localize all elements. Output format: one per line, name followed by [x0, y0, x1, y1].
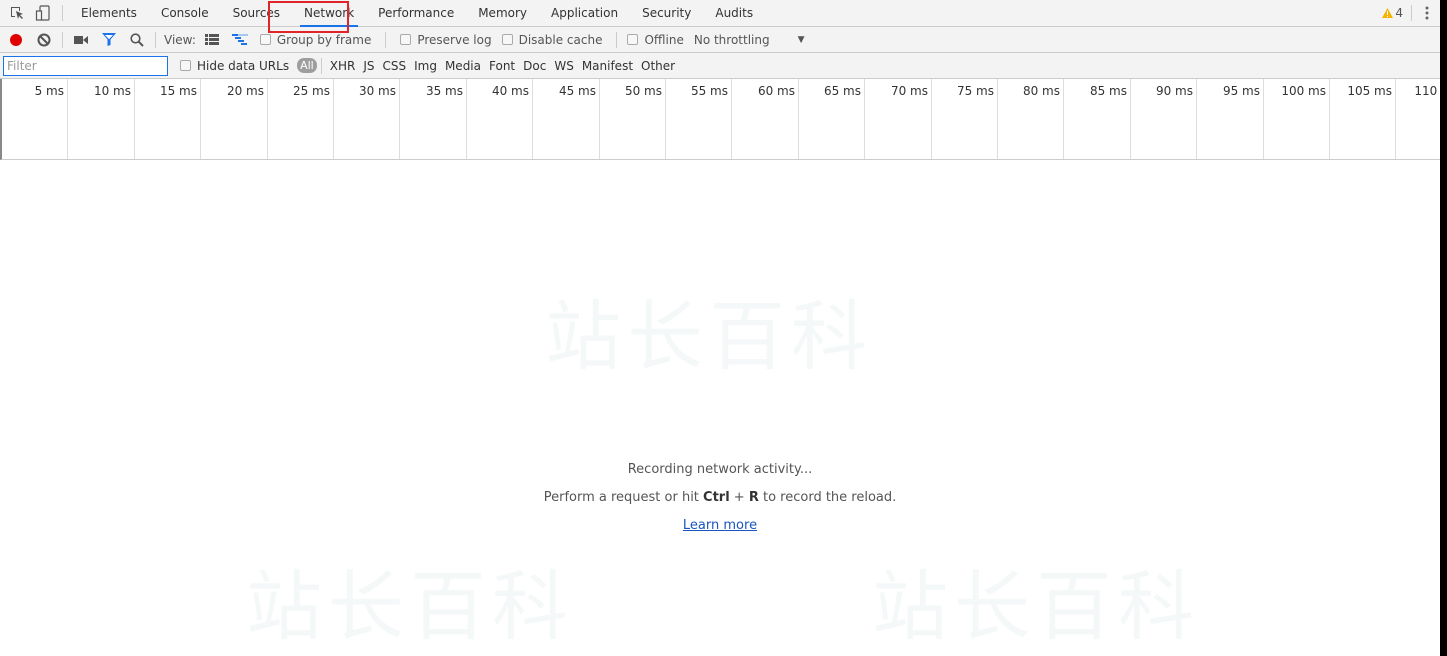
tab-label: Security	[642, 6, 692, 20]
filter-bar: Hide data URLs All XHR JS CSS Img Media …	[0, 53, 1440, 79]
tab-audits[interactable]: Audits	[703, 0, 765, 27]
type-filter-img[interactable]: Img	[410, 59, 441, 73]
search-button[interactable]	[125, 27, 149, 53]
filter-toggle-button[interactable]	[97, 27, 121, 53]
record-icon	[10, 33, 22, 46]
type-filter-xhr[interactable]: XHR	[326, 59, 360, 73]
warning-counter[interactable]: 4	[1376, 6, 1409, 20]
tab-label: Network	[304, 6, 355, 20]
more-menu-icon[interactable]	[1414, 0, 1440, 27]
preserve-log-checkbox[interactable]: Preserve log	[400, 32, 492, 47]
checkbox-box[interactable]	[180, 60, 191, 71]
waterfall-icon	[231, 34, 248, 45]
disable-cache-checkbox[interactable]: Disable cache	[501, 32, 603, 47]
learn-more: Learn more	[0, 518, 1440, 533]
group-by-frame-checkbox[interactable]: Group by frame	[259, 32, 372, 47]
type-filter-all[interactable]: All	[297, 58, 317, 73]
tab-performance[interactable]: Performance	[366, 0, 466, 27]
devtools-tab-bar: Elements Console Sources Network Perform…	[0, 0, 1440, 27]
watermark: 站长百科	[246, 562, 574, 651]
tab-security[interactable]: Security	[630, 0, 703, 27]
clear-button[interactable]	[32, 27, 56, 53]
divider	[155, 31, 156, 48]
checkbox-label: Hide data URLs	[197, 58, 290, 73]
inspect-element-icon[interactable]	[4, 0, 30, 27]
timeline-tick-label: 110 ms	[1414, 84, 1440, 98]
tab-sources[interactable]: Sources	[221, 0, 292, 27]
throttling-select[interactable]: No throttling ▼	[694, 33, 805, 47]
filter-icon	[102, 33, 116, 46]
hint-text: Perform a request or hit	[543, 490, 704, 505]
tab-network[interactable]: Network	[292, 0, 366, 27]
divider	[616, 31, 618, 48]
dropdown-arrow-icon: ▼	[797, 34, 805, 45]
type-filter-js[interactable]: JS	[359, 59, 378, 73]
learn-more-link[interactable]: Learn more	[683, 518, 757, 533]
type-filter-css[interactable]: CSS	[378, 59, 410, 73]
type-filter-font[interactable]: Font	[485, 59, 519, 73]
warning-icon	[1382, 8, 1394, 18]
recording-message: Recording network activity...	[627, 462, 813, 477]
divider	[62, 31, 63, 48]
list-view-icon	[204, 34, 219, 45]
checkbox-label: Offline	[644, 32, 684, 47]
filter-input[interactable]	[3, 55, 168, 76]
large-rows-view-button[interactable]	[200, 27, 224, 53]
tab-label: Application	[551, 6, 619, 20]
checkbox-label: Disable cache	[518, 32, 603, 47]
tab-memory[interactable]: Memory	[466, 0, 539, 27]
record-button[interactable]	[4, 27, 28, 53]
tab-label: Console	[160, 6, 209, 20]
tab-application[interactable]: Application	[539, 0, 630, 27]
video-camera-icon	[74, 35, 88, 44]
watermark: 站长百科	[545, 292, 873, 381]
waterfall-view-button[interactable]	[228, 27, 252, 53]
divider	[320, 57, 322, 74]
hint-text: to record the reload.	[758, 490, 897, 505]
devtools-panel: Elements Console Sources Network Perform…	[0, 0, 1440, 656]
network-toolbar: View: Group by frame Preserve log Disabl…	[0, 27, 1440, 53]
tab-label: Elements	[81, 6, 137, 20]
clear-icon	[37, 33, 51, 46]
search-icon	[130, 32, 144, 47]
checkbox-label: Group by frame	[276, 32, 372, 47]
type-filter-manifest[interactable]: Manifest	[578, 59, 637, 73]
checkbox-box[interactable]	[259, 34, 271, 45]
checkbox-label: Preserve log	[417, 32, 492, 47]
tab-label: Performance	[378, 6, 455, 20]
warning-count: 4	[1395, 6, 1403, 20]
tab-console[interactable]: Console	[149, 0, 221, 27]
device-toolbar-icon[interactable]	[30, 0, 56, 27]
capture-screenshots-button[interactable]	[69, 27, 93, 53]
hint-text: +	[729, 490, 749, 505]
watermark: 站长百科	[872, 562, 1200, 651]
view-label: View:	[164, 32, 196, 47]
timeline-tick: 110 ms	[2, 79, 1440, 159]
checkbox-box[interactable]	[400, 34, 412, 45]
checkbox-box[interactable]	[501, 34, 513, 45]
type-filter-doc[interactable]: Doc	[519, 59, 550, 73]
tab-label: Audits	[715, 6, 754, 20]
tab-label: Memory	[478, 6, 528, 20]
throttling-value: No throttling	[693, 32, 770, 47]
type-filter-ws[interactable]: WS	[550, 59, 577, 73]
request-list-empty: 站长百科 站长百科 站长百科 Recording network activit…	[0, 160, 1440, 656]
type-filter-other[interactable]: Other	[637, 59, 679, 73]
shortcut-key: R	[748, 490, 759, 505]
type-filter-media[interactable]: Media	[441, 59, 485, 73]
tab-elements[interactable]: Elements	[69, 0, 149, 27]
offline-checkbox[interactable]: Offline	[627, 32, 684, 47]
divider	[62, 5, 63, 21]
hide-data-urls-checkbox[interactable]: Hide data URLs	[180, 59, 289, 73]
shortcut-key: Ctrl	[703, 490, 730, 505]
divider	[385, 31, 387, 48]
timeline-overview[interactable]: 5 ms 10 ms 15 ms 20 ms 25 ms 30 ms 35 ms 40 ms 4…	[0, 79, 1440, 160]
divider	[1411, 5, 1412, 21]
checkbox-box[interactable]	[627, 34, 639, 45]
tab-label: Sources	[232, 6, 281, 20]
reload-hint: Perform a request or hit Ctrl + R to rec…	[0, 490, 1440, 505]
